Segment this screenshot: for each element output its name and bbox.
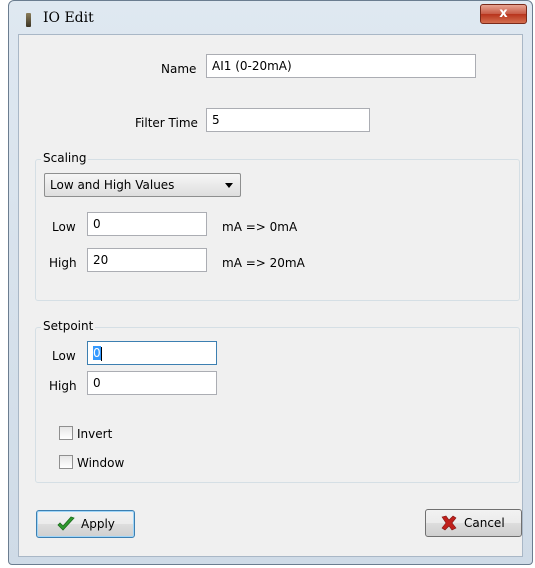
setpoint-high-input[interactable]: 0	[87, 371, 217, 395]
filter-time-label: Filter Time	[135, 116, 198, 130]
window-label[interactable]: Window	[77, 456, 124, 470]
invert-label[interactable]: Invert	[77, 427, 112, 441]
scaling-high-input[interactable]: 20	[87, 248, 207, 272]
app-icon	[26, 13, 31, 27]
name-input[interactable]: AI1 (0-20mA)	[206, 54, 476, 78]
io-edit-window: IO Edit x Name AI1 (0-20mA) Filter Time …	[8, 0, 533, 565]
chevron-down-icon	[225, 183, 233, 188]
scaling-mode-value: Low and High Values	[50, 178, 175, 192]
invert-checkbox[interactable]	[59, 426, 73, 440]
apply-button[interactable]: Apply	[36, 510, 135, 538]
filter-time-input[interactable]: 5	[206, 108, 370, 132]
scaling-high-label: High	[49, 256, 77, 270]
scaling-low-label: Low	[52, 220, 76, 234]
apply-label: Apply	[81, 517, 115, 531]
cancel-button[interactable]: Cancel	[425, 509, 522, 537]
dialog-body: Name AI1 (0-20mA) Filter Time 5 Scaling …	[18, 34, 523, 557]
scaling-group-title: Scaling	[41, 151, 89, 165]
setpoint-low-input[interactable]: 0	[87, 341, 217, 365]
setpoint-group-title: Setpoint	[41, 319, 96, 333]
title-bar[interactable]: IO Edit x	[9, 1, 532, 35]
name-label: Name	[161, 62, 197, 76]
text-caret	[100, 346, 102, 361]
scaling-low-input[interactable]: 0	[87, 212, 207, 236]
cancel-label: Cancel	[464, 516, 505, 530]
window-title: IO Edit	[43, 10, 94, 26]
scaling-mode-select[interactable]: Low and High Values	[44, 173, 241, 197]
close-button[interactable]: x	[480, 4, 527, 24]
setpoint-low-value: 0	[93, 346, 101, 360]
setpoint-high-label: High	[49, 379, 77, 393]
x-cancel-icon	[440, 515, 458, 531]
scaling-low-unit: mA => 0mA	[222, 220, 298, 234]
scaling-high-unit: mA => 20mA	[222, 256, 305, 270]
checkmark-icon	[57, 516, 75, 532]
setpoint-low-label: Low	[52, 349, 76, 363]
window-checkbox[interactable]	[59, 455, 73, 469]
